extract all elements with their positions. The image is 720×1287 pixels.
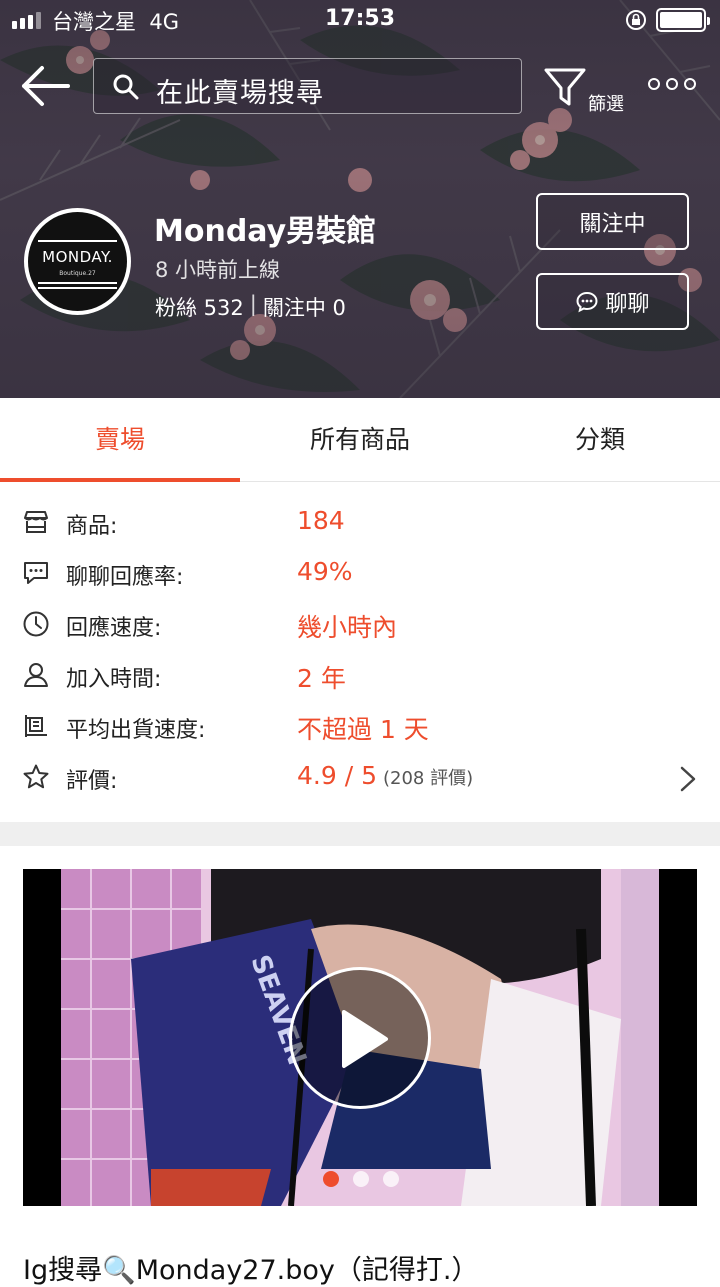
info-label: 加入時間: <box>66 667 162 692</box>
filter-label: 篩選 <box>588 94 624 115</box>
filter-button[interactable]: 篩選 <box>540 62 632 118</box>
shop-header: 台灣之星 4G 17:53 在此賣場搜尋 篩選 MONDAY. Boutique… <box>0 0 720 398</box>
info-value: 2 年 <box>297 664 346 693</box>
info-row-response-speed: 回應速度: 幾小時內 <box>0 600 720 651</box>
tab-shop[interactable]: 賣場 <box>0 398 240 482</box>
tab-all-products[interactable]: 所有商品 <box>240 398 480 481</box>
filter-icon <box>544 68 586 106</box>
following-count[interactable]: 關注中 0 <box>263 292 346 322</box>
stats-separator: | <box>249 292 257 316</box>
more-options-icon[interactable] <box>648 72 700 96</box>
shipping-icon <box>25 715 47 737</box>
clock-icon <box>23 611 49 637</box>
follow-button[interactable]: 關注中 <box>536 193 689 250</box>
rating-value: 4.9 / 5 (208 評價) <box>297 761 473 790</box>
info-label: 聊聊回應率: <box>66 565 184 590</box>
avatar-logo-text: MONDAY. <box>42 248 113 266</box>
chat-button[interactable]: 聊聊 <box>536 273 689 330</box>
info-label: 平均出貨速度: <box>66 718 206 743</box>
shop-name: Monday男裝館 <box>154 214 377 249</box>
info-label: 商品: <box>66 514 118 539</box>
user-icon <box>24 663 48 687</box>
carousel-indicator <box>323 1171 399 1187</box>
shop-avatar[interactable]: MONDAY. Boutique.27 <box>24 208 131 315</box>
last-online-text: 8 小時前上線 <box>155 258 281 282</box>
rating-count: (208 評價) <box>382 768 474 789</box>
info-value: 49% <box>297 557 353 586</box>
shop-search-input[interactable]: 在此賣場搜尋 <box>93 58 522 114</box>
status-bar: 台灣之星 4G 17:53 <box>0 0 720 40</box>
info-value: 184 <box>297 506 345 535</box>
battery-icon <box>656 8 710 32</box>
info-value: 4.9 / 5 <box>297 761 377 790</box>
search-icon <box>113 74 139 100</box>
carousel-dot[interactable] <box>383 1171 399 1187</box>
orientation-lock-icon <box>626 10 646 30</box>
followers-count[interactable]: 粉絲 532 <box>155 292 244 322</box>
info-row-rating[interactable]: 評價: 4.9 / 5 (208 評價) <box>0 753 720 804</box>
search-placeholder: 在此賣場搜尋 <box>156 78 324 109</box>
play-icon <box>342 1010 388 1068</box>
shop-tabs: 賣場 所有商品 分類 <box>0 398 720 482</box>
status-time: 17:53 <box>324 6 396 31</box>
info-label: 評價: <box>66 769 118 794</box>
info-value: 幾小時內 <box>297 613 398 642</box>
chat-bubble-icon <box>24 562 48 584</box>
carousel-dot[interactable] <box>353 1171 369 1187</box>
shop-stats: 粉絲 532 | 關注中 0 <box>155 292 346 322</box>
section-divider <box>0 822 720 846</box>
avatar-logo-subtext: Boutique.27 <box>59 270 96 277</box>
shop-description-text: Ig搜尋🔍Monday27.boy（記得打.） <box>23 1255 479 1286</box>
shop-info-list: 商品: 184 聊聊回應率: 49% 回應速度: 幾小時內 加入時間: 2 年 … <box>0 498 720 804</box>
chevron-right-icon[interactable] <box>678 765 698 793</box>
carousel-dot[interactable] <box>323 1171 339 1187</box>
info-row-products: 商品: 184 <box>0 498 720 549</box>
star-icon <box>23 764 49 789</box>
shop-icon <box>24 511 48 533</box>
info-value: 不超過 1 天 <box>297 715 429 744</box>
info-row-shipping-speed: 平均出貨速度: 不超過 1 天 <box>0 702 720 753</box>
chat-button-label: 聊聊 <box>605 291 650 317</box>
info-row-joined: 加入時間: 2 年 <box>0 651 720 702</box>
back-arrow-icon[interactable] <box>20 62 72 110</box>
video-carousel[interactable]: SEAVEN <box>23 869 697 1206</box>
tab-categories[interactable]: 分類 <box>480 398 720 481</box>
follow-button-label: 關注中 <box>579 211 646 237</box>
info-row-chat-response-rate: 聊聊回應率: 49% <box>0 549 720 600</box>
info-label: 回應速度: <box>66 616 162 641</box>
chat-icon <box>576 291 598 312</box>
play-button[interactable] <box>289 967 431 1109</box>
